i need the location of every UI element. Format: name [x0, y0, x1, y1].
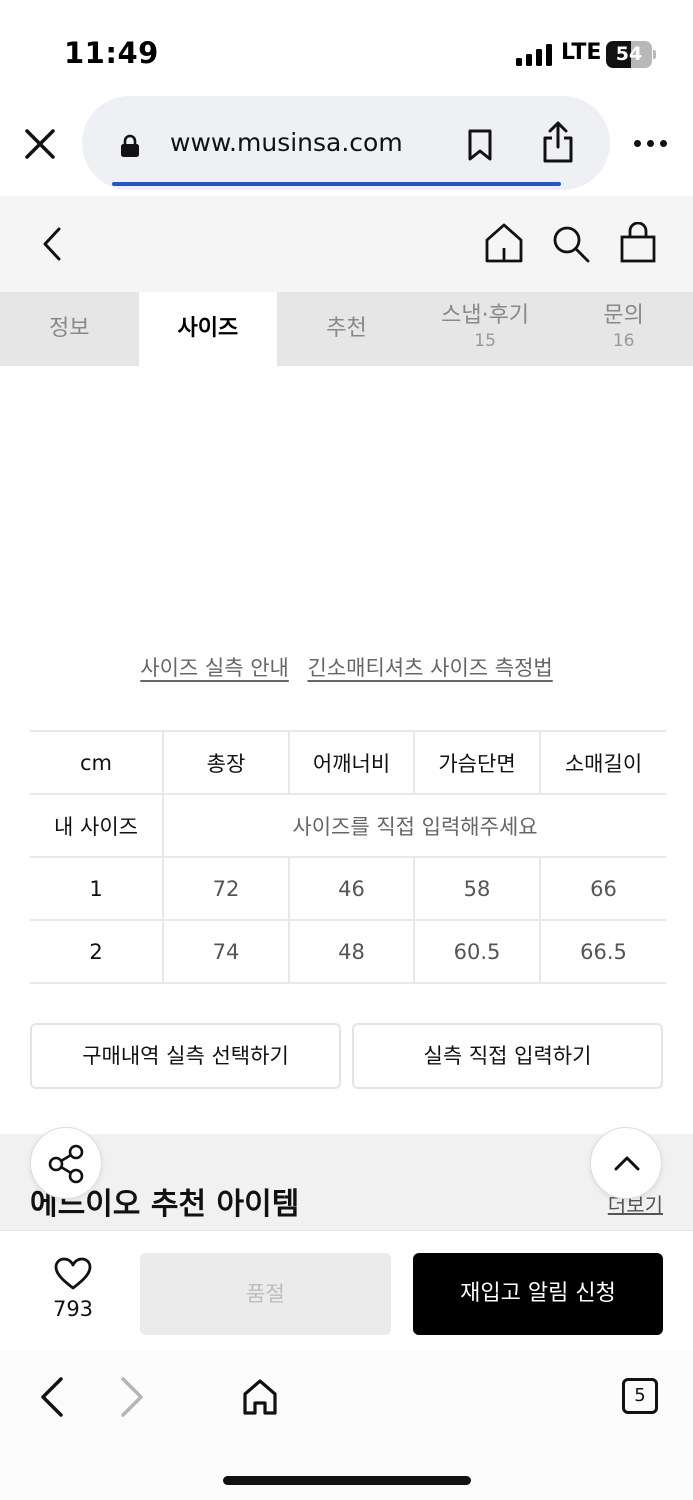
- home-icon[interactable]: [484, 222, 524, 264]
- status-time: 11:49: [64, 36, 159, 70]
- tab-count: 15: [474, 331, 496, 351]
- measure-method-link[interactable]: 긴소매티셔츠 사이즈 측정법: [308, 656, 553, 680]
- my-size-label: 내 사이즈: [30, 793, 164, 858]
- chevron-up-icon: [614, 1156, 640, 1171]
- my-size-input[interactable]: 사이즈를 직접 입력해주세요: [162, 793, 666, 858]
- table-cell: 66: [539, 856, 666, 921]
- unit-header: cm: [30, 730, 164, 795]
- like-count: 793: [52, 1297, 94, 1321]
- battery-icon: 54: [606, 41, 656, 68]
- column-header: 가슴단면: [413, 730, 540, 795]
- page-load-progress: [112, 182, 561, 186]
- tab-label: 사이즈: [177, 316, 239, 341]
- search-icon[interactable]: [551, 224, 591, 264]
- share-icon[interactable]: [540, 120, 576, 164]
- app-header: [0, 196, 693, 292]
- lock-icon: [120, 134, 140, 158]
- table-cell: 74: [162, 919, 289, 984]
- tab-recommend[interactable]: 추천: [277, 292, 416, 366]
- tab-info[interactable]: 정보: [0, 292, 139, 366]
- cellular-signal-icon: [516, 44, 554, 66]
- network-type: LTE: [561, 40, 602, 65]
- tab-label: 문의: [603, 303, 644, 328]
- manual-size-input-button[interactable]: 실측 직접 입력하기: [352, 1023, 663, 1089]
- restock-alert-button[interactable]: 재입고 알림 신청: [413, 1253, 663, 1335]
- column-header: 소매길이: [539, 730, 666, 795]
- home-indicator: [223, 1476, 471, 1485]
- table-cell: 60.5: [413, 919, 540, 984]
- size-guide-links: 사이즈 실측 안내 긴소매티셔츠 사이즈 측정법: [0, 652, 693, 682]
- table-row: 2 74 48 60.5 66.5: [30, 919, 666, 984]
- close-icon[interactable]: [22, 126, 58, 162]
- url-text: www.musinsa.com: [170, 128, 403, 157]
- table-header-row: cm 총장 어깨너비 가슴단면 소매길이: [30, 730, 666, 795]
- tab-size[interactable]: 사이즈: [138, 292, 278, 366]
- purchase-history-size-button[interactable]: 구매내역 실측 선택하기: [30, 1023, 341, 1089]
- cart-icon[interactable]: [619, 221, 657, 264]
- browser-home-icon[interactable]: [241, 1378, 279, 1416]
- table-cell: 66.5: [539, 919, 666, 984]
- size-table: cm 총장 어깨너비 가슴단면 소매길이 내 사이즈 사이즈를 직접 입력해주세…: [30, 730, 666, 984]
- back-icon[interactable]: [40, 226, 64, 262]
- bookmark-icon[interactable]: [466, 128, 494, 162]
- browser-toolbar: 5: [0, 1350, 693, 1500]
- table-cell: 48: [288, 919, 414, 984]
- tab-count: 16: [612, 331, 635, 351]
- my-size-row: 내 사이즈 사이즈를 직접 입력해주세요: [30, 793, 666, 858]
- table-cell: 58: [413, 856, 540, 921]
- browser-forward-icon[interactable]: [118, 1376, 146, 1418]
- size-measure-guide-link[interactable]: 사이즈 실측 안내: [140, 656, 289, 680]
- column-header: 총장: [162, 730, 289, 795]
- tab-label: 정보: [49, 316, 90, 341]
- tab-label: 추천: [326, 316, 367, 341]
- size-label: 1: [30, 856, 164, 921]
- browser-address-bar: www.musinsa.com: [0, 96, 693, 196]
- like-button[interactable]: 793: [30, 1257, 116, 1321]
- table-row: 1 72 46 58 66: [30, 856, 666, 921]
- more-icon[interactable]: [634, 136, 670, 150]
- heart-icon: [54, 1257, 92, 1290]
- column-header: 어깨너비: [288, 730, 414, 795]
- recommend-section: 에드이오 추천 아이템 더보기: [0, 1134, 693, 1234]
- browser-tabs-button[interactable]: 5: [622, 1378, 658, 1414]
- battery-percent: 54: [615, 43, 643, 65]
- table-cell: 46: [288, 856, 414, 921]
- url-field[interactable]: www.musinsa.com: [82, 96, 610, 190]
- table-cell: 72: [162, 856, 289, 921]
- browser-back-icon[interactable]: [38, 1376, 66, 1418]
- status-bar: 11:49 LTE 54: [0, 0, 693, 96]
- purchase-bar: 793 품절 재입고 알림 신청: [0, 1230, 693, 1350]
- share-float-button[interactable]: [30, 1127, 102, 1199]
- tab-snap-review[interactable]: 스냅·후기 15: [416, 292, 555, 366]
- tab-inquiry[interactable]: 문의 16: [554, 292, 693, 366]
- share-nodes-icon: [48, 1144, 84, 1184]
- size-label: 2: [30, 919, 164, 984]
- product-tabs: 정보 사이즈 추천 스냅·후기 15 문의 16: [0, 292, 693, 366]
- scroll-top-button[interactable]: [590, 1127, 662, 1199]
- soldout-button: 품절: [140, 1253, 391, 1335]
- tab-label: 스냅·후기: [441, 303, 530, 328]
